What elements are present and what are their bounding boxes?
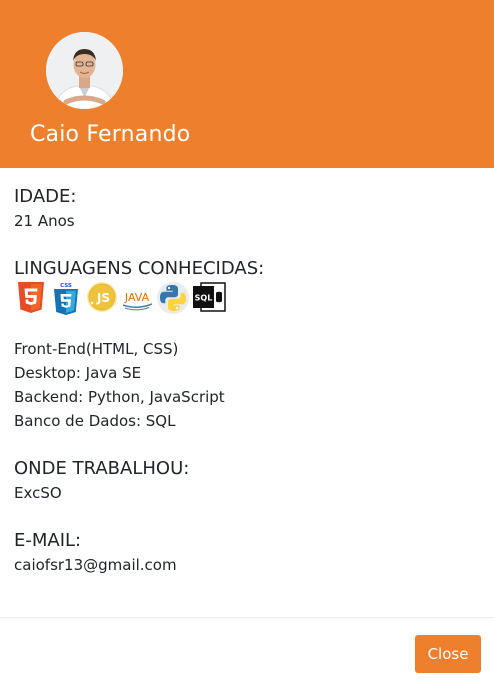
java-icon: JAVA [122,291,153,311]
css3-icon: CSS [54,283,78,315]
work-value: ExcSO [14,484,62,502]
age-value: 21 Anos [14,212,75,230]
profile-name: Caio Fernando [30,122,191,147]
email-value: caiofsr13@gmail.com [14,556,177,574]
close-button[interactable]: Close [415,635,481,673]
language-line: Backend: Python, JavaScript [14,388,225,406]
profile-modal: Caio Fernando IDADE: 21 Anos LINGUAGENS … [0,0,494,686]
avatar [46,32,123,109]
language-line: Banco de Dados: SQL [14,412,176,430]
python-icon [157,282,189,314]
svg-text:CSS: CSS [60,283,72,289]
language-line: Front-End(HTML, CSS) [14,340,179,358]
modal-header: Caio Fernando [0,0,494,168]
sql-icon: SQL [193,282,226,312]
html5-icon [18,282,44,313]
age-heading: IDADE: [14,186,77,207]
svg-text:JAVA: JAVA [124,291,150,304]
email-heading: E-MAIL: [14,530,82,551]
svg-text:SQL: SQL [195,294,213,303]
javascript-icon: JS [87,282,117,312]
languages-heading: LINGUAGENS CONHECIDAS: [14,258,265,279]
modal-footer: Close [0,617,494,687]
svg-text:JS: JS [96,291,110,305]
work-heading: ONDE TRABALHOU: [14,458,190,479]
language-line: Desktop: Java SE [14,364,142,382]
profile-photo-icon [46,32,123,109]
